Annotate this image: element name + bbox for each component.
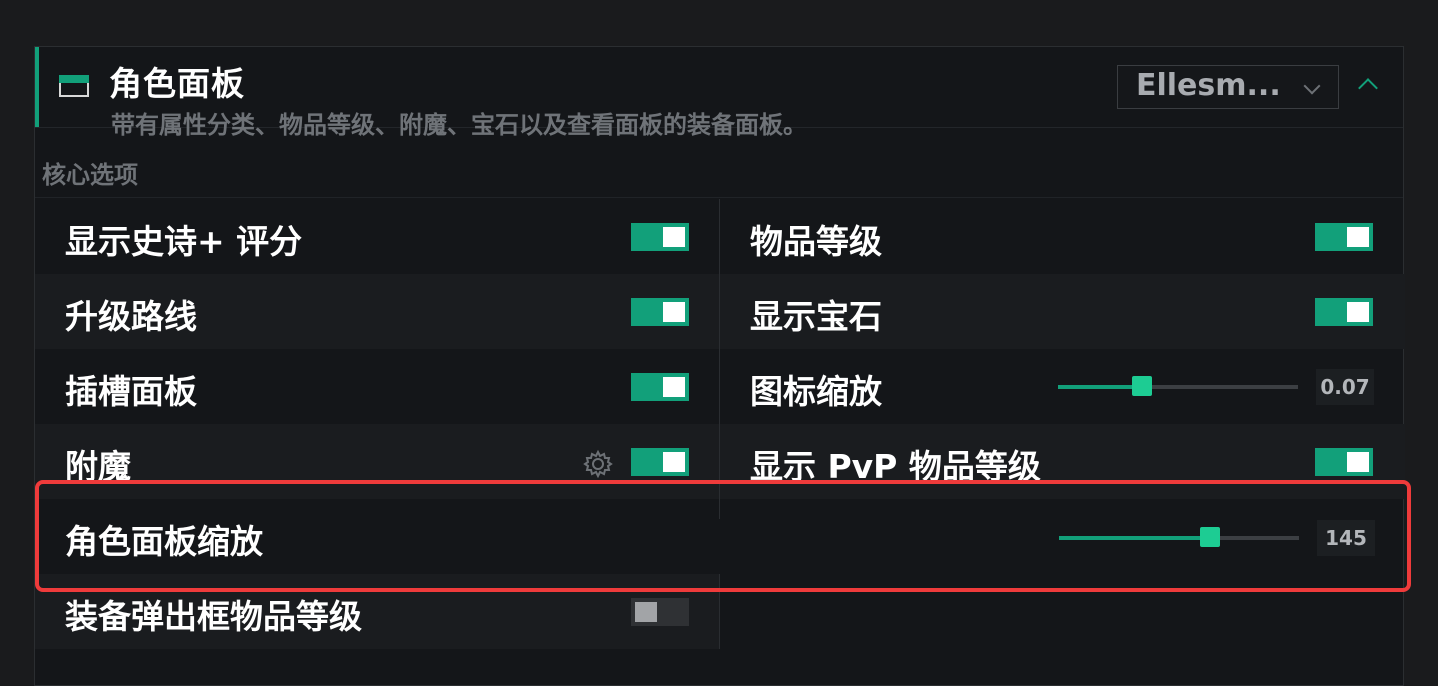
option-row-mplus-score: 显示史诗+ 评分 [35, 199, 719, 274]
slider-thumb[interactable] [1132, 376, 1152, 396]
toggle-knob [663, 452, 685, 472]
option-label: 物品等级 [750, 222, 882, 261]
chevron-up-icon[interactable] [1358, 78, 1378, 98]
option-label: 升级路线 [65, 297, 197, 336]
gear-icon[interactable] [583, 449, 613, 479]
toggle-knob [663, 377, 685, 397]
toggle-knob [1347, 227, 1369, 247]
option-label: 显示史诗+ 评分 [65, 222, 303, 261]
slider-fill [1058, 385, 1142, 389]
toggle-upgrade-track[interactable] [631, 298, 689, 326]
toggle-show-mplus-score[interactable] [631, 223, 689, 251]
option-row-socket-panel: 插槽面板 [35, 349, 719, 424]
toggle-show-pvp-item-level[interactable] [1315, 448, 1373, 476]
option-label: 图标缩放 [750, 372, 882, 411]
icon-scale-slider[interactable] [1058, 376, 1298, 396]
option-row-upgrade-track: 升级路线 [35, 274, 719, 349]
toggle-knob [635, 602, 657, 622]
option-label: 装备弹出框物品等级 [65, 597, 362, 636]
column-divider [719, 199, 720, 519]
page-title: 角色面板 [109, 64, 245, 103]
toggle-knob [663, 227, 685, 247]
toggle-flyout-item-level[interactable] [631, 598, 689, 626]
option-row-item-level: 物品等级 [720, 199, 1405, 274]
page-subtitle: 带有属性分类、物品等级、附魔、宝石以及查看面板的装备面板。 [111, 111, 807, 139]
profile-dropdown[interactable]: Ellesm... [1117, 65, 1339, 109]
profile-dropdown-value: Ellesm... [1136, 68, 1281, 103]
toggle-knob [663, 302, 685, 322]
section-divider [35, 197, 1403, 198]
toggle-knob [1347, 452, 1369, 472]
chevron-down-icon [1303, 77, 1321, 95]
option-row-show-gems: 显示宝石 [720, 274, 1405, 349]
option-label: 插槽面板 [65, 372, 197, 411]
option-row-icon-scale: 图标缩放 0.07 [720, 349, 1405, 424]
toggle-item-level[interactable] [1315, 223, 1373, 251]
toggle-knob [1347, 302, 1369, 322]
toggle-show-gems[interactable] [1315, 298, 1373, 326]
toggle-socket-panel[interactable] [631, 373, 689, 401]
panel-icon [59, 75, 89, 97]
highlight-box [35, 480, 1411, 592]
section-label: 核心选项 [42, 161, 138, 189]
accent-bar [35, 47, 39, 127]
icon-scale-value[interactable]: 0.07 [1316, 369, 1374, 405]
panel-header[interactable]: 角色面板 带有属性分类、物品等级、附魔、宝石以及查看面板的装备面板。 Elles… [35, 47, 1403, 139]
toggle-enchant[interactable] [631, 448, 689, 476]
option-label: 显示宝石 [750, 297, 882, 336]
